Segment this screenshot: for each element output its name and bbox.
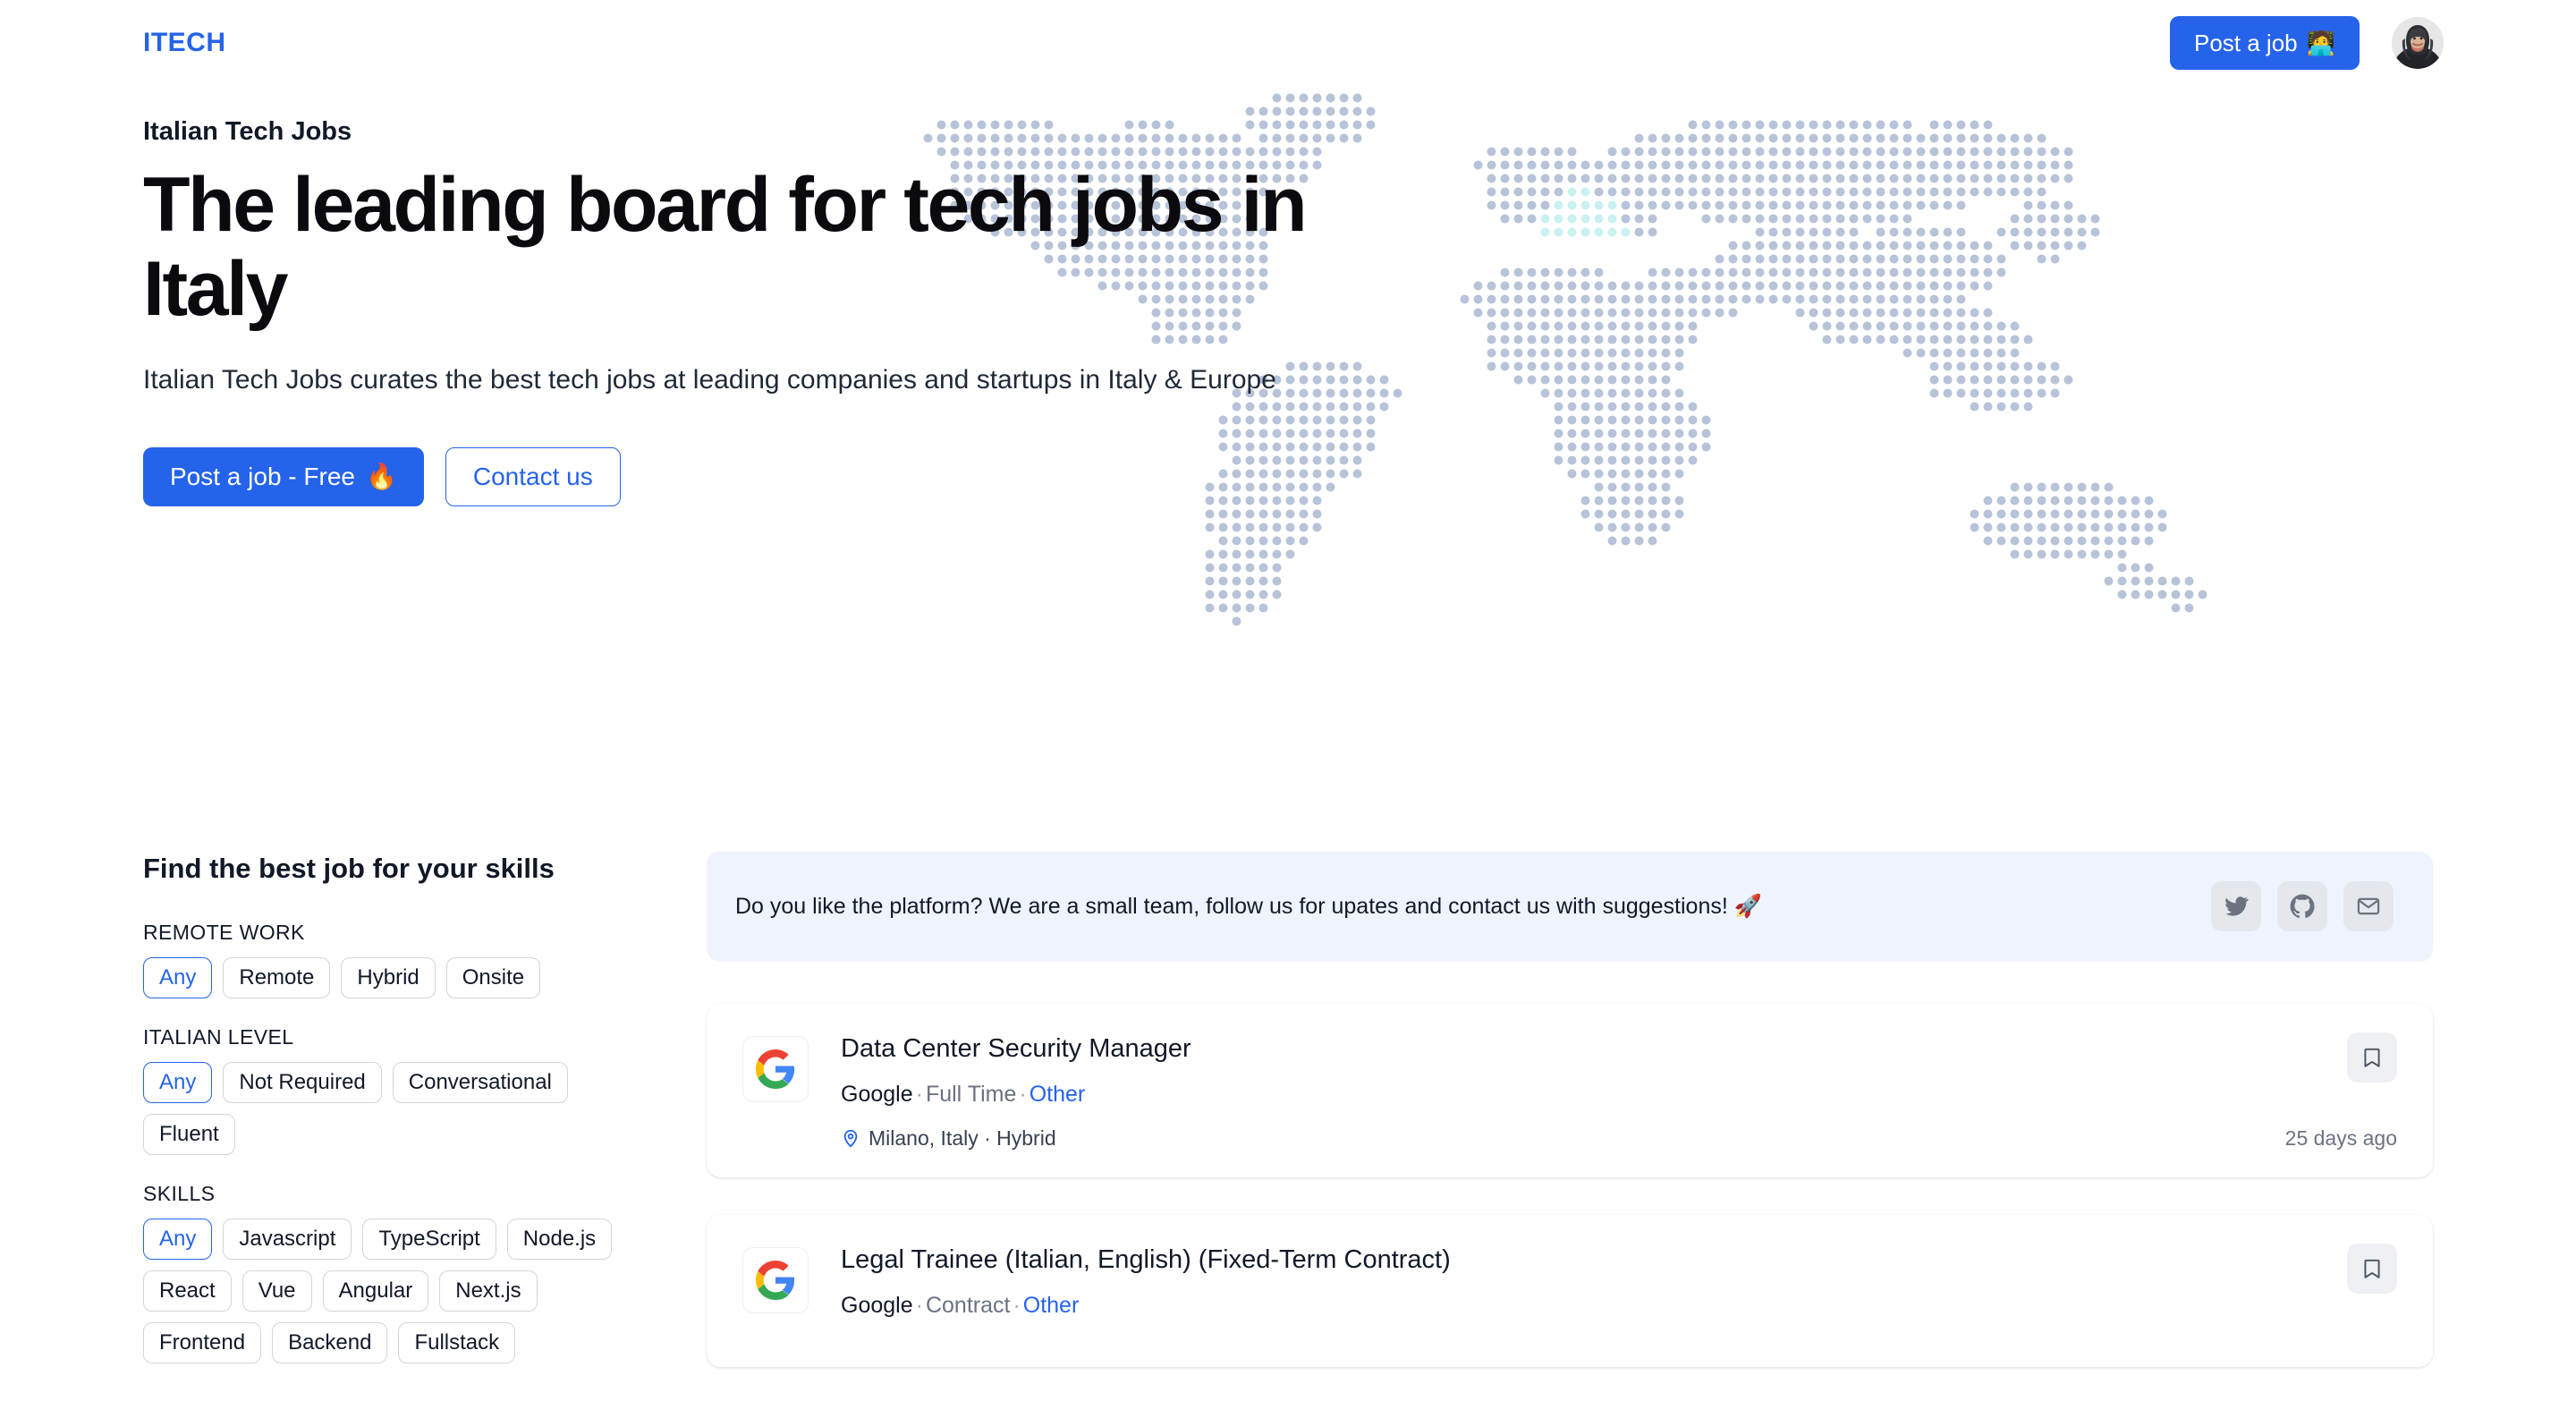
hero-eyebrow: Italian Tech Jobs [143,117,352,146]
contact-us-button[interactable]: Contact us [445,446,621,506]
job-company[interactable]: Google [841,1293,913,1318]
filter-group-remote-work: REMOTE WORK Any Remote Hybrid Onsite [143,921,698,999]
post-a-job-label: Post a job [2193,29,2298,56]
filter-chip-any[interactable]: Any [143,1062,213,1104]
filter-chip-typescript[interactable]: TypeScript [362,1219,496,1261]
filter-chip-row: Any Not Required Conversational Fluent [143,1062,644,1156]
job-card-main: Legal Trainee (Italian, English) (Fixed-… [841,1244,2218,1338]
page-root: ITECH Post a job 🧑‍💻 [0,0,2576,1410]
job-card[interactable]: Data Center Security Manager Google · Full … [707,1004,2433,1177]
promo-banner: Do you like the platform? We are a small… [707,852,2433,961]
filter-chip-any[interactable]: Any [143,957,213,999]
job-card-main: Data Center Security Manager Google · Full … [841,1032,2218,1151]
filter-chip-node-js[interactable]: Node.js [506,1219,613,1261]
main-content: Find the best job for your skills REMOTE… [0,852,2576,1410]
job-card-aside: 25 days ago [2218,1032,2397,1151]
separator: · [915,1293,923,1318]
filter-chip-hybrid[interactable]: Hybrid [341,957,436,999]
post-a-job-free-label: Post a job - Free [170,462,355,490]
post-a-job-button[interactable]: Post a job 🧑‍💻 [2169,16,2360,70]
separator: · [1013,1293,1021,1318]
job-company[interactable]: Google [841,1082,913,1107]
site-header: ITECH Post a job 🧑‍💻 [0,0,2576,86]
hero-actions: Post a job - Free 🔥 Contact us [143,446,1485,506]
page-title: The leading board for tech jobs in Italy [143,161,1308,332]
hero-section: Italian Tech Jobs The leading board for … [143,116,1485,506]
separator: · [1019,1082,1027,1108]
filter-chip-frontend[interactable]: Frontend [143,1322,262,1364]
job-card[interactable]: Legal Trainee (Italian, English) (Fixed-… [707,1214,2433,1367]
github-icon [2290,894,2315,919]
post-a-job-free-button[interactable]: Post a job - Free 🔥 [143,446,424,506]
job-title[interactable]: Data Center Security Manager [841,1032,2218,1065]
job-card-aside [2218,1243,2397,1340]
filter-chip-backend[interactable]: Backend [272,1322,388,1364]
filter-group-label: REMOTE WORK [143,921,305,945]
job-category[interactable]: Other [1030,1082,1086,1107]
promo-socials [2211,881,2394,931]
filter-chip-vue[interactable]: Vue [242,1270,312,1312]
twitter-icon-button[interactable] [2211,881,2261,931]
logo[interactable]: ITECH [143,30,226,56]
avatar[interactable] [2392,17,2444,69]
google-logo-icon [742,1036,809,1102]
job-employment-type: Full Time [925,1082,1017,1108]
filter-group-italian-level: ITALIAN LEVEL Any Not Required Conversation… [143,1025,698,1156]
hero-subtitle: Italian Tech Jobs curates the best tech … [143,365,1276,395]
filter-chip-react[interactable]: React [143,1270,232,1312]
filter-chip-angular[interactable]: Angular [322,1270,429,1312]
location-pin-icon [841,1128,860,1148]
job-title[interactable]: Legal Trainee (Italian, English) (Fixed-… [841,1244,2218,1276]
job-location-text: Milano, Italy · Hybrid [869,1125,1056,1150]
person-at-laptop-icon: 🧑‍💻 [2306,29,2335,56]
filters-heading: Find the best job for your skills [143,853,555,884]
filter-chip-row: Any Javascript TypeScript Node.js React Vue An… [143,1219,644,1364]
filter-group-label: ITALIAN LEVEL [143,1025,294,1049]
job-list: Data Center Security Manager Google · Full … [707,1004,2433,1367]
filters-sidebar: Find the best job for your skills REMOTE… [143,852,698,1390]
separator: · [915,1082,923,1108]
bookmark-icon-button[interactable] [2347,1032,2397,1083]
twitter-icon [2224,894,2249,919]
bookmark-icon-button[interactable] [2347,1243,2397,1294]
job-employment-type: Contract [925,1293,1011,1318]
promo-text: Do you like the platform? We are a small… [735,893,1762,919]
job-meta: Google · Contract · Other [841,1291,2218,1321]
email-icon [2356,894,2381,919]
filter-chip-javascript[interactable]: Javascript [223,1219,352,1261]
filter-chip-row: Any Remote Hybrid Onsite [143,957,644,999]
filter-group-label: SKILLS [143,1182,216,1206]
google-logo-icon [742,1246,809,1313]
email-icon-button[interactable] [2343,881,2394,931]
job-meta: Google · Full Time · Other [841,1080,2218,1109]
filter-groups: REMOTE WORK Any Remote Hybrid Onsite ITALIAN … [143,921,698,1364]
filter-chip-conversational[interactable]: Conversational [392,1062,568,1104]
filter-chip-next-js[interactable]: Next.js [439,1270,538,1312]
content-column: Do you like the platform? We are a small… [707,852,2433,1405]
fire-icon: 🔥 [365,463,397,491]
filter-chip-remote[interactable]: Remote [223,957,331,999]
filter-chip-onsite[interactable]: Onsite [445,957,541,999]
job-category[interactable]: Other [1023,1293,1080,1318]
filter-chip-fluent[interactable]: Fluent [143,1114,235,1156]
filter-chip-any[interactable]: Any [143,1219,213,1261]
job-location: Milano, Italy · Hybrid [841,1126,2218,1151]
filter-group-skills: SKILLS Any Javascript TypeScript Node.js Reac… [143,1182,698,1364]
job-age: 25 days ago [2284,1125,2397,1150]
github-icon-button[interactable] [2277,881,2327,931]
filter-chip-fullstack[interactable]: Fullstack [398,1322,516,1364]
filter-chip-not-required[interactable]: Not Required [223,1062,382,1104]
